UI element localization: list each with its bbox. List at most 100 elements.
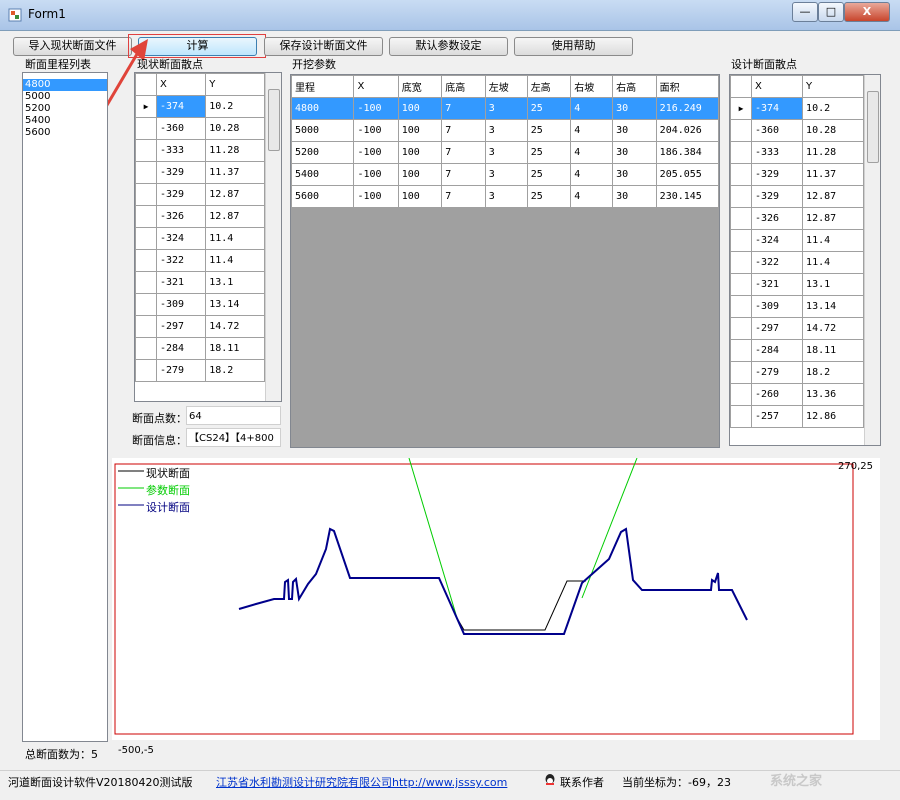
column-header[interactable]: 右坡 — [570, 75, 614, 98]
table-cell[interactable]: 3 — [484, 97, 528, 120]
table-cell[interactable]: 18.2 — [802, 361, 864, 384]
table-cell[interactable]: -297 — [750, 317, 804, 340]
table-cell[interactable]: 7 — [441, 97, 486, 120]
table-row[interactable]: -284 18.11 — [730, 339, 864, 362]
table-row[interactable]: -329 11.37 — [135, 161, 265, 184]
table-row[interactable]: -326 12.87 — [730, 207, 864, 230]
design-points-grid[interactable]: X Y ▶ -374 10.2 -360 10.28 -333 11.28 -329 11.37 -3… — [729, 74, 881, 446]
row-header[interactable] — [730, 317, 752, 340]
table-cell[interactable]: 7 — [441, 119, 486, 142]
table-cell[interactable]: 18.11 — [802, 339, 864, 362]
table-cell[interactable]: 7 — [441, 163, 486, 186]
table-row[interactable]: -360 10.28 — [730, 119, 864, 142]
table-cell[interactable]: 100 — [397, 97, 443, 120]
table-row[interactable]: -309 13.14 — [730, 295, 864, 318]
table-cell[interactable]: 3 — [484, 119, 528, 142]
table-row[interactable]: -333 11.28 — [730, 141, 864, 164]
table-cell[interactable]: -324 — [750, 229, 804, 252]
table-cell[interactable]: -374 — [155, 95, 207, 118]
table-cell[interactable]: 25 — [526, 141, 572, 164]
table-cell[interactable]: 10.28 — [802, 119, 864, 142]
table-cell[interactable]: 11.4 — [802, 251, 864, 274]
close-button[interactable]: X — [844, 2, 890, 22]
table-cell[interactable]: -260 — [750, 383, 804, 406]
mileage-item[interactable]: 5400 — [23, 115, 107, 127]
column-header[interactable]: Y — [802, 75, 864, 98]
contact-author[interactable]: 联系作者 — [560, 774, 604, 790]
table-cell[interactable]: 11.37 — [205, 161, 265, 184]
table-row[interactable]: -297 14.72 — [135, 315, 265, 338]
row-header[interactable] — [135, 117, 157, 140]
table-cell[interactable]: -284 — [155, 337, 207, 360]
mileage-listbox[interactable]: 4800 5000 5200 5400 5600 — [22, 72, 108, 742]
column-header[interactable]: Y — [205, 73, 265, 96]
table-row[interactable]: -324 11.4 — [135, 227, 265, 250]
table-cell[interactable]: 4 — [570, 141, 614, 164]
table-row[interactable]: 5000 -100 100 7 3 25 4 30 204.026 — [291, 119, 719, 142]
table-cell[interactable]: 100 — [397, 185, 443, 208]
table-cell[interactable]: 100 — [397, 119, 443, 142]
row-header[interactable] — [730, 339, 752, 362]
table-cell[interactable]: -279 — [750, 361, 804, 384]
table-cell[interactable]: -326 — [750, 207, 804, 230]
table-cell[interactable]: 11.28 — [205, 139, 265, 162]
scroll-thumb[interactable] — [867, 91, 879, 163]
scroll-thumb[interactable] — [268, 89, 280, 151]
excavation-grid[interactable]: 里程 X 底宽 底高 左坡 左高 右坡 右高 面积 4800 -100 100 7 3 25 4 30 216.2… — [290, 74, 720, 448]
table-cell[interactable]: 12.87 — [802, 207, 864, 230]
table-row[interactable]: 5400 -100 100 7 3 25 4 30 205.055 — [291, 163, 719, 186]
defaults-button[interactable]: 默认参数设定 — [389, 37, 508, 56]
table-row[interactable]: -322 11.4 — [730, 251, 864, 274]
table-cell[interactable]: 100 — [397, 141, 443, 164]
row-header[interactable] — [135, 183, 157, 206]
current-points-scrollbar[interactable] — [265, 73, 281, 401]
table-cell[interactable]: 12.87 — [802, 185, 864, 208]
table-cell[interactable]: 18.2 — [205, 359, 265, 382]
table-cell[interactable]: -100 — [353, 141, 399, 164]
table-cell[interactable]: -360 — [155, 117, 207, 140]
org-link[interactable]: 江苏省水利勘测设计研究院有限公司http://www.jsssy.com — [216, 774, 507, 790]
table-cell[interactable]: -326 — [155, 205, 207, 228]
design-points-scrollbar[interactable] — [864, 75, 880, 445]
row-header[interactable] — [730, 141, 752, 164]
table-cell[interactable]: 3 — [484, 141, 528, 164]
table-row[interactable]: -260 13.36 — [730, 383, 864, 406]
table-cell[interactable]: -333 — [155, 139, 207, 162]
row-header[interactable] — [730, 383, 752, 406]
row-header[interactable] — [730, 229, 752, 252]
table-cell[interactable]: -360 — [750, 119, 804, 142]
table-cell[interactable]: 30 — [612, 97, 657, 120]
table-cell[interactable]: -329 — [750, 163, 804, 186]
table-cell[interactable]: 204.026 — [655, 119, 719, 142]
column-header[interactable]: X — [750, 75, 804, 98]
table-cell[interactable]: 30 — [612, 141, 657, 164]
row-header[interactable] — [730, 185, 752, 208]
table-row[interactable]: -321 13.1 — [730, 273, 864, 296]
mileage-item[interactable]: 5000 — [23, 91, 107, 103]
table-row[interactable]: -279 18.2 — [730, 361, 864, 384]
table-cell[interactable]: 4 — [570, 163, 614, 186]
column-header[interactable]: 里程 — [291, 75, 355, 98]
table-cell[interactable]: 5400 — [291, 163, 355, 186]
column-header[interactable]: X — [155, 73, 207, 96]
table-row[interactable]: -297 14.72 — [730, 317, 864, 340]
table-row[interactable]: -333 11.28 — [135, 139, 265, 162]
table-cell[interactable]: 205.055 — [655, 163, 719, 186]
table-row[interactable]: -309 13.14 — [135, 293, 265, 316]
table-row[interactable]: ▶ -374 10.2 — [135, 95, 265, 118]
table-cell[interactable]: 5000 — [291, 119, 355, 142]
column-header[interactable]: 底宽 — [397, 75, 443, 98]
table-cell[interactable]: -309 — [750, 295, 804, 318]
table-cell[interactable]: 10.2 — [802, 97, 864, 120]
table-cell[interactable]: 4 — [570, 97, 614, 120]
table-cell[interactable]: -321 — [750, 273, 804, 296]
table-cell[interactable]: 14.72 — [802, 317, 864, 340]
table-cell[interactable]: 30 — [612, 163, 657, 186]
maximize-button[interactable]: □ — [818, 2, 844, 22]
table-cell[interactable]: 11.28 — [802, 141, 864, 164]
row-header[interactable] — [135, 227, 157, 250]
table-cell[interactable]: 10.28 — [205, 117, 265, 140]
table-row[interactable]: -329 12.87 — [135, 183, 265, 206]
mileage-item[interactable]: 5600 — [23, 127, 107, 139]
table-row[interactable]: 5200 -100 100 7 3 25 4 30 186.384 — [291, 141, 719, 164]
